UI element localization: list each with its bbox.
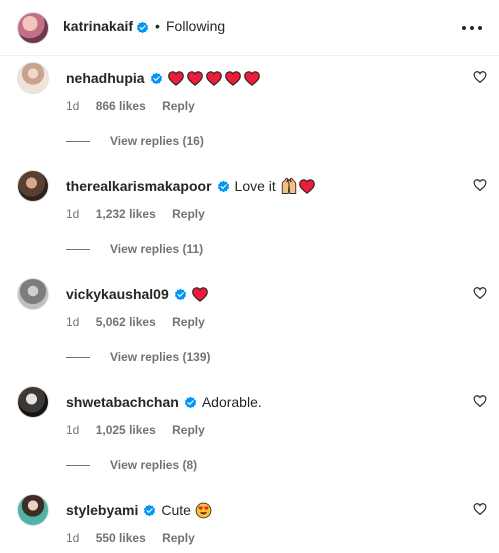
comment-meta: 1d 866 likes Reply (66, 99, 208, 113)
comment-likes-count[interactable]: 1,232 likes (96, 207, 156, 221)
comment-text: Cute (161, 502, 191, 518)
comment-likes-count[interactable]: 866 likes (96, 99, 146, 113)
view-replies-button[interactable]: View replies (11) (66, 242, 203, 256)
post-author-avatar[interactable] (17, 12, 49, 44)
raised-hands-emoji-icon (281, 177, 296, 194)
comment-item: vickykaushal09 1d 5,062 likes Reply View… (0, 278, 499, 386)
comment-age: 1d (66, 207, 80, 221)
commenter-username[interactable]: nehadhupia (66, 70, 145, 86)
comment-age: 1d (66, 423, 80, 437)
following-button[interactable]: Following (166, 18, 225, 34)
like-comment-heart-icon[interactable] (473, 178, 487, 192)
post-header: katrinakaif • Following (0, 0, 499, 56)
comment-meta: 1d 5,062 likes Reply (66, 315, 218, 329)
red-heart-emoji-icon (167, 70, 184, 86)
replies-divider (66, 140, 90, 142)
commenter-username[interactable]: therealkarismakapoor (66, 178, 212, 194)
comment-text: Love it (234, 178, 276, 194)
comment-age: 1d (66, 315, 80, 329)
comment-item: nehadhupia 1d 866 likes Reply View repli… (0, 62, 499, 170)
commenter-username[interactable]: vickykaushal09 (66, 286, 169, 302)
commenter-avatar[interactable] (17, 170, 49, 202)
view-replies-label: View replies (16) (110, 134, 204, 148)
replies-divider (66, 356, 90, 358)
replies-divider (66, 464, 90, 466)
red-heart-emoji-icon (205, 70, 222, 86)
comment-meta: 1d 550 likes Reply (66, 531, 208, 545)
reply-button[interactable]: Reply (162, 99, 195, 113)
verified-badge-icon (136, 21, 149, 34)
reply-button[interactable]: Reply (162, 531, 195, 545)
view-replies-button[interactable]: View replies (139) (66, 350, 211, 364)
comment-likes-count[interactable]: 5,062 likes (96, 315, 156, 329)
commenter-avatar[interactable] (17, 494, 49, 526)
post-author-username[interactable]: katrinakaif (63, 18, 133, 34)
view-replies-label: View replies (11) (110, 242, 204, 256)
commenter-username[interactable]: shwetabachchan (66, 394, 179, 410)
verified-badge-icon (150, 72, 162, 84)
reply-button[interactable]: Reply (172, 207, 205, 221)
verified-badge-icon (217, 180, 229, 192)
comment-age: 1d (66, 99, 80, 113)
commenter-username[interactable]: stylebyami (66, 502, 138, 518)
like-comment-heart-icon[interactable] (473, 502, 487, 516)
commenter-avatar[interactable] (17, 386, 49, 418)
view-replies-label: View replies (139) (110, 350, 211, 364)
commenter-avatar[interactable] (17, 278, 49, 310)
reply-button[interactable]: Reply (172, 315, 205, 329)
view-replies-label: View replies (8) (110, 458, 198, 472)
verified-badge-icon (184, 396, 197, 408)
header-separator: • (155, 18, 160, 34)
heart-eyes-emoji-icon (195, 502, 212, 518)
verified-badge-icon (174, 288, 186, 300)
comment-likes-count[interactable]: 1,025 likes (96, 423, 156, 437)
comment-text: Adorable. (201, 394, 262, 410)
like-comment-heart-icon[interactable] (473, 70, 487, 84)
red-heart-emoji-icon (298, 178, 315, 194)
comment-item: stylebyami Cute 1d 550 likes Reply (0, 494, 499, 553)
view-replies-button[interactable]: View replies (8) (66, 458, 197, 472)
comment-meta: 1d 1,025 likes Reply (66, 423, 218, 437)
red-heart-emoji-icon (191, 286, 208, 302)
red-heart-emoji-icon (224, 70, 241, 86)
comment-meta: 1d 1,232 likes Reply (66, 207, 218, 221)
like-comment-heart-icon[interactable] (473, 394, 487, 408)
reply-button[interactable]: Reply (172, 423, 205, 437)
replies-divider (66, 248, 90, 250)
verified-badge-icon (144, 504, 156, 516)
comment-item: therealkarismakapoor Love it 1d 1,232 li… (0, 170, 499, 278)
more-options-icon[interactable] (460, 18, 484, 34)
comment-age: 1d (66, 531, 80, 545)
commenter-avatar[interactable] (17, 62, 49, 94)
red-heart-emoji-group (167, 70, 260, 86)
comment-likes-count[interactable]: 550 likes (96, 531, 146, 545)
red-heart-emoji-icon (243, 70, 260, 86)
comment-item: shwetabachchan Adorable. 1d 1,025 likes … (0, 386, 499, 494)
red-heart-emoji-icon (186, 70, 203, 86)
like-comment-heart-icon[interactable] (473, 286, 487, 300)
view-replies-button[interactable]: View replies (16) (66, 134, 204, 148)
